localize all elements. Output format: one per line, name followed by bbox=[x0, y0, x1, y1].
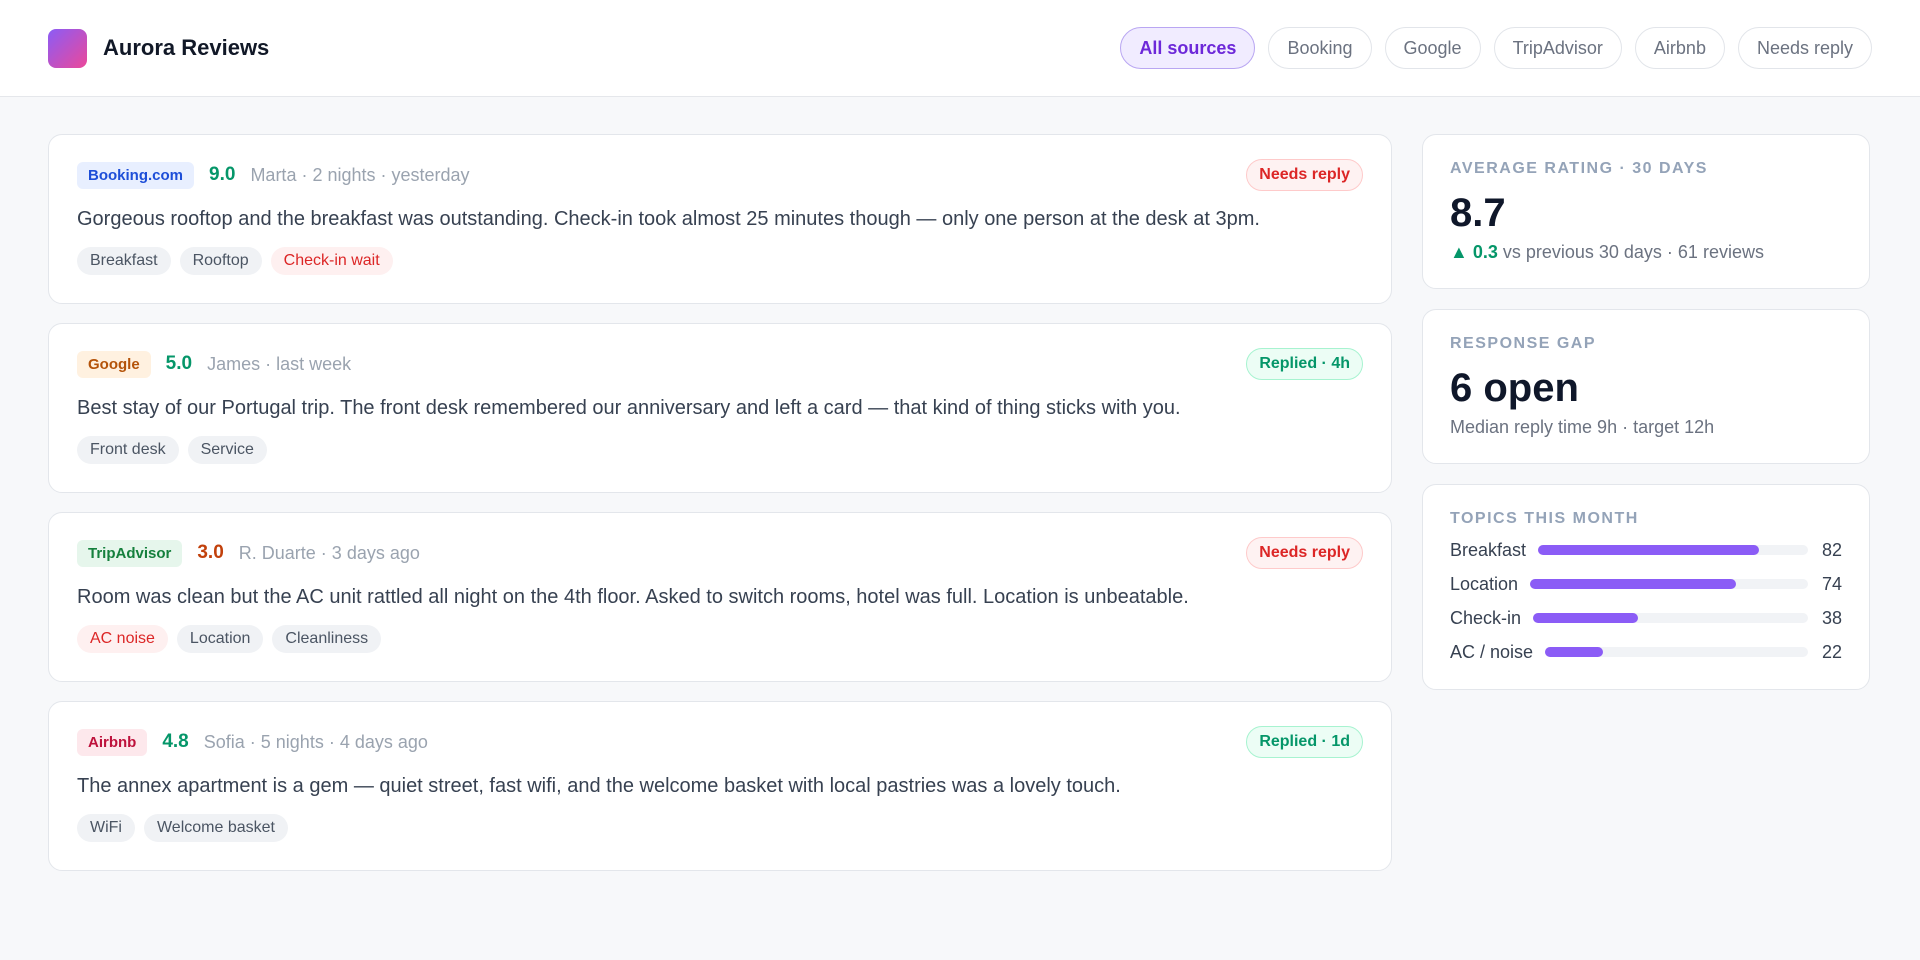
review-tag[interactable]: Service bbox=[187, 436, 267, 464]
topic-row[interactable]: Breakfast 82 bbox=[1450, 538, 1842, 562]
filter-airbnb[interactable]: Airbnb bbox=[1634, 27, 1725, 69]
review-rating: 9.0 bbox=[209, 164, 236, 185]
review-feed: Booking.com 9.0 Marta · 2 nights · yeste… bbox=[48, 134, 1392, 871]
review-header: Booking.com 9.0 Marta · 2 nights · yeste… bbox=[77, 159, 1363, 191]
topic-bar-fill bbox=[1545, 647, 1603, 657]
review-meta: James · last week bbox=[207, 353, 352, 374]
review-source-badge: Google bbox=[77, 350, 151, 378]
review-tag[interactable]: Welcome basket bbox=[143, 814, 288, 842]
review-tags: WiFi Welcome basket bbox=[77, 814, 1363, 842]
review-status-badge[interactable]: Replied · 4h bbox=[1246, 348, 1363, 380]
topics-list: Breakfast 82 Location 74 Check-in 38 AC … bbox=[1450, 538, 1842, 664]
review-card[interactable]: Booking.com 9.0 Marta · 2 nights · yeste… bbox=[48, 134, 1392, 304]
review-source-badge: Airbnb bbox=[77, 728, 148, 756]
topic-bar-fill bbox=[1538, 545, 1760, 555]
topic-label: Location bbox=[1450, 573, 1519, 594]
review-header: TripAdvisor 3.0 R. Duarte · 3 days ago N… bbox=[77, 537, 1363, 569]
topics-panel: Topics this month Breakfast 82 Location … bbox=[1422, 484, 1870, 690]
review-header: Airbnb 4.8 Sofia · 5 nights · 4 days ago… bbox=[77, 726, 1363, 758]
brand: Aurora Reviews bbox=[48, 28, 270, 68]
review-card[interactable]: TripAdvisor 3.0 R. Duarte · 3 days ago N… bbox=[48, 512, 1392, 682]
review-text: Best stay of our Portugal trip. The fron… bbox=[77, 397, 1181, 419]
topics-label: Topics this month bbox=[1450, 510, 1639, 527]
review-text: The annex apartment is a gem — quiet str… bbox=[77, 775, 1121, 797]
topic-bar-fill bbox=[1533, 613, 1638, 623]
review-tag[interactable]: Front desk bbox=[77, 436, 179, 464]
review-tag[interactable]: Check-in wait bbox=[270, 247, 393, 275]
app-header: Aurora Reviews All sources Booking Googl… bbox=[0, 0, 1920, 97]
filter-google[interactable]: Google bbox=[1384, 27, 1481, 69]
review-tags: AC noise Location Cleanliness bbox=[77, 625, 1363, 653]
review-rating: 4.8 bbox=[162, 731, 189, 752]
average-rating-panel: Average rating · 30 days 8.7 ▲ 0.3 vs pr… bbox=[1422, 134, 1870, 289]
delta-context: vs previous 30 days · 61 reviews bbox=[1497, 242, 1764, 262]
review-rating: 3.0 bbox=[197, 542, 224, 563]
response-gap-panel: Response gap 6 open Median reply time 9h… bbox=[1422, 309, 1870, 464]
filter-all-sources[interactable]: All sources bbox=[1120, 27, 1256, 69]
review-status-badge[interactable]: Needs reply bbox=[1246, 159, 1363, 191]
review-card[interactable]: Google 5.0 James · last week Replied · 4… bbox=[48, 323, 1392, 493]
topic-row[interactable]: AC / noise 22 bbox=[1450, 640, 1842, 664]
review-text: Room was clean but the AC unit rattled a… bbox=[77, 586, 1189, 608]
stats-sidebar: Average rating · 30 days 8.7 ▲ 0.3 vs pr… bbox=[1422, 134, 1870, 871]
topic-count: 22 bbox=[1821, 641, 1842, 662]
topic-label: AC / noise bbox=[1450, 641, 1534, 662]
review-status-badge[interactable]: Needs reply bbox=[1246, 537, 1363, 569]
review-tag[interactable]: Cleanliness bbox=[272, 625, 382, 653]
review-meta: Sofia · 5 nights · 4 days ago bbox=[203, 731, 428, 752]
filter-tripadvisor[interactable]: TripAdvisor bbox=[1493, 27, 1622, 69]
average-rating-delta: ▲ 0.3 vs previous 30 days · 61 reviews bbox=[1450, 242, 1842, 263]
topic-bar-fill bbox=[1530, 579, 1736, 589]
topic-bar-track bbox=[1538, 545, 1808, 555]
review-tag[interactable]: AC noise bbox=[77, 625, 168, 653]
response-gap-label: Response gap bbox=[1450, 335, 1597, 352]
review-tag[interactable]: Breakfast bbox=[77, 247, 171, 275]
review-tag[interactable]: Rooftop bbox=[179, 247, 262, 275]
average-rating-label: Average rating · 30 days bbox=[1450, 160, 1708, 177]
topic-count: 38 bbox=[1821, 607, 1842, 628]
main-content: Booking.com 9.0 Marta · 2 nights · yeste… bbox=[0, 97, 1920, 871]
average-rating-value: 8.7 bbox=[1450, 191, 1506, 235]
filter-needs-reply[interactable]: Needs reply bbox=[1737, 27, 1872, 69]
response-gap-value: 6 open bbox=[1450, 366, 1579, 410]
review-meta: Marta · 2 nights · yesterday bbox=[250, 164, 470, 185]
delta-up-value: ▲ 0.3 bbox=[1450, 242, 1498, 262]
topic-count: 82 bbox=[1821, 539, 1842, 560]
topic-label: Breakfast bbox=[1450, 539, 1527, 560]
review-tags: Front desk Service bbox=[77, 436, 1363, 464]
review-source-badge: TripAdvisor bbox=[77, 539, 183, 567]
topic-bar-track bbox=[1533, 613, 1808, 623]
topic-bar-track bbox=[1545, 647, 1808, 657]
review-status-badge[interactable]: Replied · 1d bbox=[1246, 726, 1363, 758]
filter-booking[interactable]: Booking bbox=[1268, 27, 1372, 69]
topic-bar-track bbox=[1530, 579, 1808, 589]
topic-label: Check-in bbox=[1450, 607, 1522, 628]
app-title: Aurora Reviews bbox=[103, 35, 270, 60]
app-logo-icon bbox=[48, 28, 87, 68]
review-tag[interactable]: Location bbox=[176, 625, 264, 653]
review-card[interactable]: Airbnb 4.8 Sofia · 5 nights · 4 days ago… bbox=[48, 701, 1392, 871]
source-filters: All sources Booking Google TripAdvisor A… bbox=[1120, 27, 1872, 69]
review-source-badge: Booking.com bbox=[77, 161, 195, 189]
review-meta: R. Duarte · 3 days ago bbox=[238, 542, 420, 563]
response-gap-sub: Median reply time 9h · target 12h bbox=[1450, 417, 1715, 437]
topic-count: 74 bbox=[1821, 573, 1842, 594]
review-tags: Breakfast Rooftop Check-in wait bbox=[77, 247, 1363, 275]
review-header: Google 5.0 James · last week Replied · 4… bbox=[77, 348, 1363, 380]
topic-row[interactable]: Check-in 38 bbox=[1450, 606, 1842, 630]
review-tag[interactable]: WiFi bbox=[77, 814, 135, 842]
review-text: Gorgeous rooftop and the breakfast was o… bbox=[77, 208, 1260, 230]
topic-row[interactable]: Location 74 bbox=[1450, 572, 1842, 596]
review-rating: 5.0 bbox=[165, 353, 193, 374]
